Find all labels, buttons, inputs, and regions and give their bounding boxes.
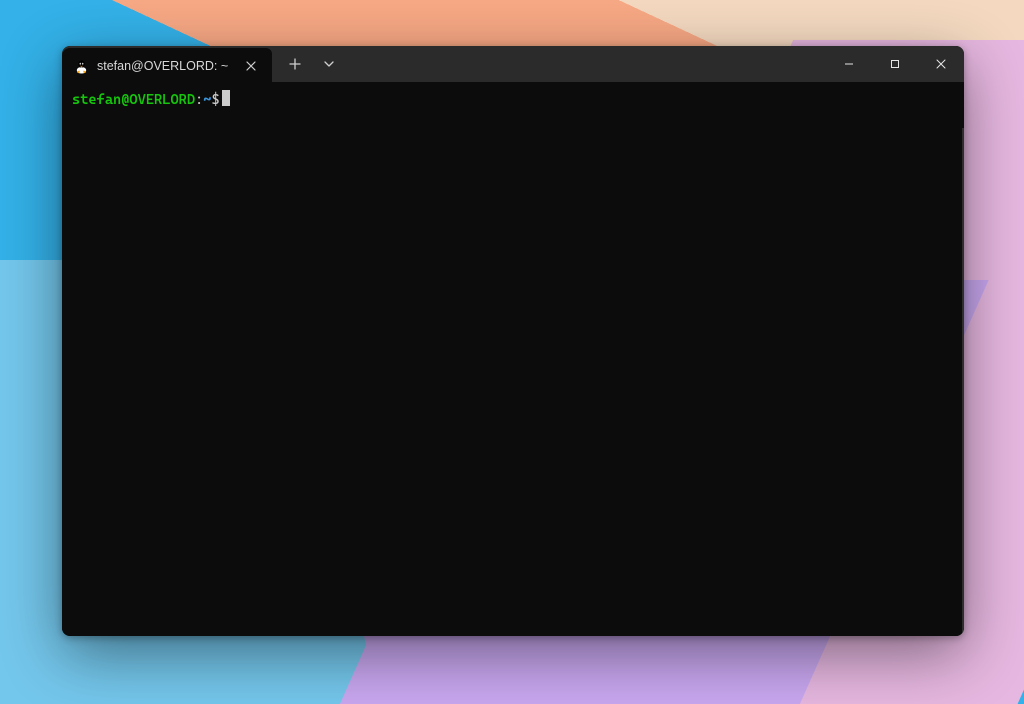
maximize-icon <box>890 59 900 69</box>
close-icon <box>936 59 946 69</box>
terminal-body[interactable]: stefan@OVERLORD:~$ <box>62 82 964 636</box>
desktop-wallpaper: stefan@OVERLORD: ~ <box>0 0 1024 704</box>
prompt-symbol: $ <box>211 92 219 108</box>
new-tab-button[interactable] <box>278 47 312 81</box>
chevron-down-icon <box>323 58 335 70</box>
window-maximize-button[interactable] <box>872 46 918 82</box>
terminal-window: stefan@OVERLORD: ~ <box>62 46 964 636</box>
tab-actions <box>278 46 346 82</box>
scrollbar[interactable] <box>962 128 964 634</box>
minimize-icon <box>844 59 854 69</box>
window-close-button[interactable] <box>918 46 964 82</box>
tab-strip: stefan@OVERLORD: ~ <box>62 46 272 82</box>
tab-close-button[interactable] <box>240 55 262 77</box>
titlebar-drag-region[interactable] <box>346 46 826 82</box>
tab-active[interactable]: stefan@OVERLORD: ~ <box>62 48 272 84</box>
text-cursor <box>222 90 230 106</box>
window-controls <box>826 46 964 82</box>
plus-icon <box>289 58 301 70</box>
tux-icon <box>74 59 89 74</box>
profile-dropdown-button[interactable] <box>312 47 346 81</box>
window-titlebar[interactable]: stefan@OVERLORD: ~ <box>62 46 964 82</box>
window-minimize-button[interactable] <box>826 46 872 82</box>
prompt-line: stefan@OVERLORD:~$ <box>72 90 954 109</box>
prompt-user-host: stefan@OVERLORD <box>72 92 195 108</box>
tab-title: stefan@OVERLORD: ~ <box>97 59 232 73</box>
